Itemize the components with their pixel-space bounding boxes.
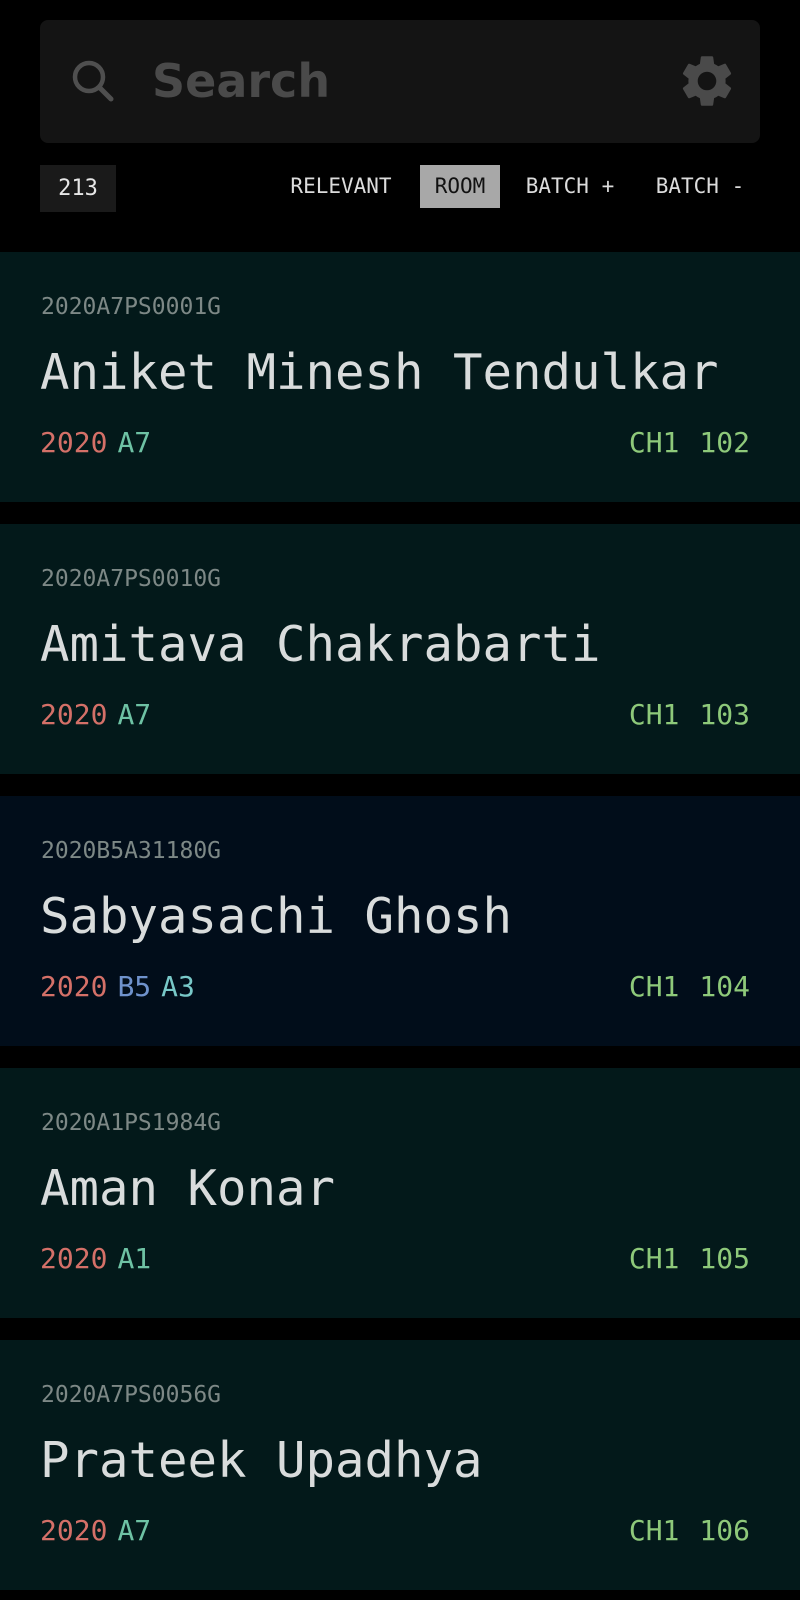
student-tags: 2020 A7 bbox=[40, 426, 161, 459]
student-tags: 2020 B5 A3 bbox=[40, 970, 205, 1003]
search-icon bbox=[72, 60, 114, 102]
search-bar bbox=[40, 20, 760, 143]
hostel-label: CH1 bbox=[628, 970, 680, 1003]
student-card[interactable]: 2020A7PS0056G Prateek Upadhya 2020 A7 CH1… bbox=[0, 1340, 800, 1590]
student-card[interactable]: 2020A7PS0010G Amitava Chakrabarti 2020 A7… bbox=[0, 524, 800, 774]
room-number: 103 bbox=[699, 698, 750, 731]
branch-tag: A1 bbox=[117, 1242, 152, 1275]
student-id: 2020B5A31180G bbox=[41, 838, 222, 864]
year-tag: 2020 bbox=[40, 1514, 108, 1547]
student-tags: 2020 A7 bbox=[40, 698, 161, 731]
branch-tag: A3 bbox=[161, 970, 195, 1003]
student-room: CH1 104 bbox=[629, 970, 750, 1003]
year-tag: 2020 bbox=[40, 426, 108, 459]
student-room: CH1 103 bbox=[629, 698, 750, 731]
student-id: 2020A7PS0056G bbox=[41, 1382, 222, 1408]
student-name: Amitava Chakrabarti bbox=[40, 616, 601, 673]
gear-icon[interactable] bbox=[676, 50, 738, 112]
student-room: CH1 106 bbox=[629, 1514, 750, 1547]
branch-tag: B5 bbox=[117, 970, 152, 1003]
year-tag: 2020 bbox=[40, 698, 108, 731]
branch-tag: A7 bbox=[117, 698, 152, 731]
sort-batch-ascending-button[interactable]: BATCH + bbox=[518, 165, 622, 208]
hostel-label: CH1 bbox=[628, 426, 680, 459]
student-room: CH1 102 bbox=[629, 426, 750, 459]
student-card[interactable]: 2020A7PS0001G Aniket Minesh Tendulkar 20… bbox=[0, 252, 800, 502]
year-tag: 2020 bbox=[40, 970, 108, 1003]
branch-tag: A7 bbox=[117, 426, 152, 459]
search-input[interactable] bbox=[152, 50, 632, 112]
room-number: 102 bbox=[699, 426, 750, 459]
sort-room-button[interactable]: ROOM bbox=[420, 165, 500, 208]
result-count-badge: 213 bbox=[40, 165, 116, 212]
student-name: Sabyasachi Ghosh bbox=[40, 888, 513, 945]
hostel-label: CH1 bbox=[628, 698, 680, 731]
student-name: Aniket Minesh Tendulkar bbox=[40, 344, 719, 401]
student-id: 2020A7PS0010G bbox=[41, 566, 222, 592]
student-tags: 2020 A7 bbox=[40, 1514, 161, 1547]
sort-relevant-button[interactable]: RELEVANT bbox=[284, 165, 398, 208]
sort-batch-descending-button[interactable]: BATCH - bbox=[648, 165, 752, 208]
student-room: CH1 105 bbox=[629, 1242, 750, 1275]
student-id: 2020A1PS1984G bbox=[41, 1110, 222, 1136]
branch-tag: A7 bbox=[117, 1514, 152, 1547]
room-number: 106 bbox=[699, 1514, 750, 1547]
student-card[interactable]: 2020B5A31180G Sabyasachi Ghosh 2020 B5 A3 … bbox=[0, 796, 800, 1046]
year-tag: 2020 bbox=[40, 1242, 108, 1275]
student-card[interactable]: 2020A1PS1984G Aman Konar 2020 A1 CH1 105 bbox=[0, 1068, 800, 1318]
room-number: 105 bbox=[699, 1242, 750, 1275]
student-name: Aman Konar bbox=[40, 1160, 336, 1217]
hostel-label: CH1 bbox=[628, 1242, 680, 1275]
student-tags: 2020 A1 bbox=[40, 1242, 161, 1275]
room-number: 104 bbox=[699, 970, 750, 1003]
hostel-label: CH1 bbox=[628, 1514, 680, 1547]
student-name: Prateek Upadhya bbox=[40, 1432, 483, 1489]
student-id: 2020A7PS0001G bbox=[41, 294, 222, 320]
